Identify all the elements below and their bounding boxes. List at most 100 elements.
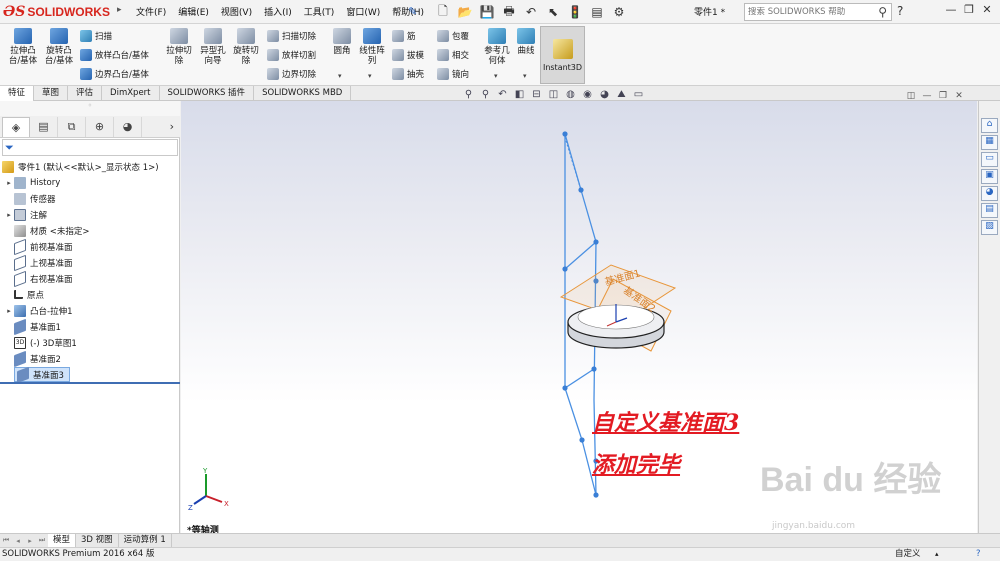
tree-item-front-plane[interactable]: 前视基准面: [4, 238, 73, 255]
expand-arrow-icon[interactable]: ▸: [4, 179, 14, 187]
fillet-dropdown-icon[interactable]: ▾: [338, 72, 342, 80]
quick-tips-icon[interactable]: ?: [976, 548, 981, 561]
menu-file[interactable]: 文件(F): [130, 5, 172, 18]
tab-dimxpert[interactable]: DimXpert: [102, 86, 160, 101]
curves-dropdown-icon[interactable]: ▾: [523, 72, 527, 80]
document-minimize-icon[interactable]: —: [919, 91, 935, 101]
tree-item-boss-extrude1[interactable]: ▸ 凸台-拉伸1: [4, 303, 72, 318]
tree-item-top-plane[interactable]: 上视基准面: [4, 254, 73, 271]
revolve-cut-button[interactable]: 旋转切 除: [231, 28, 261, 66]
last-tab-arrow-icon[interactable]: ⏭: [36, 536, 48, 545]
wrap-button[interactable]: 包覆: [437, 28, 469, 44]
search-icon[interactable]: ⚲: [878, 5, 887, 19]
dimxpert-manager-tab-icon[interactable]: ⊕: [86, 116, 114, 137]
tab-mbd[interactable]: SOLIDWORKS MBD: [254, 86, 352, 101]
help-question-icon[interactable]: ?: [897, 4, 903, 18]
menu-insert[interactable]: 插入(I): [258, 5, 298, 18]
options-gear-icon[interactable]: ⚙: [608, 3, 630, 21]
view-orientation-icon[interactable]: ◫: [545, 89, 562, 103]
document-restore-icon[interactable]: ❐: [935, 91, 951, 101]
hide-show-icon[interactable]: ◉: [579, 89, 596, 103]
menu-window[interactable]: 窗口(W): [340, 5, 386, 18]
view-palette-icon[interactable]: ▣: [981, 169, 998, 184]
tab-model[interactable]: 模型: [48, 534, 77, 547]
swept-cut-button[interactable]: 扫描切除: [267, 28, 316, 44]
file-explorer-icon[interactable]: ▭: [981, 152, 998, 167]
file-properties-icon[interactable]: ▤: [586, 3, 608, 21]
expand-arrow-icon[interactable]: ▸: [4, 307, 14, 315]
pin-icon[interactable]: ✎: [408, 5, 417, 18]
tree-item-plane2[interactable]: 基准面2: [4, 350, 61, 367]
tab-sketch[interactable]: 草图: [34, 86, 69, 101]
pattern-dropdown-icon[interactable]: ▾: [368, 72, 372, 80]
curves-button[interactable]: 曲线: [515, 28, 537, 56]
first-tab-arrow-icon[interactable]: ⏮: [0, 536, 12, 545]
document-expand-icon[interactable]: ◫: [903, 91, 919, 101]
edit-appearance-icon[interactable]: ◕: [596, 89, 613, 103]
design-library-icon[interactable]: ▦: [981, 135, 998, 150]
document-close-icon[interactable]: ✕: [951, 91, 967, 101]
tree-item-material[interactable]: 材质 <未指定>: [4, 223, 89, 238]
tree-root-part[interactable]: 零件1 (默认<<默认>_显示状态 1>): [2, 159, 159, 174]
draft-button[interactable]: 拔模: [392, 47, 424, 63]
lofted-cut-button[interactable]: 放样切割: [267, 47, 316, 63]
custom-properties-icon[interactable]: ▤: [981, 203, 998, 218]
extrude-cut-button[interactable]: 拉伸切 除: [164, 28, 194, 66]
tree-item-origin[interactable]: 原点: [4, 287, 44, 302]
tab-3d-views[interactable]: 3D 视图: [76, 534, 119, 547]
help-search-input[interactable]: [748, 7, 866, 17]
more-tabs-chevron-icon[interactable]: ›: [170, 120, 174, 133]
intersect-button[interactable]: 相交: [437, 47, 469, 63]
solidworks-logo[interactable]: ƏS SOLIDWORKS: [3, 3, 133, 21]
zoom-to-area-icon[interactable]: ⚲: [477, 89, 494, 103]
select-pointer-icon[interactable]: ⬉: [542, 3, 564, 21]
apply-scene-icon[interactable]: ⛰: [613, 89, 630, 103]
menu-view[interactable]: 视图(V): [215, 5, 258, 18]
sweep-button[interactable]: 扫描: [80, 28, 112, 44]
ref-geometry-dropdown-icon[interactable]: ▾: [494, 72, 498, 80]
display-manager-tab-icon[interactable]: ◕: [114, 116, 142, 137]
open-file-icon[interactable]: 📂: [454, 3, 476, 21]
rebuild-icon[interactable]: 🚦: [564, 3, 586, 21]
reference-geometry-button[interactable]: 参考几 何体: [482, 28, 512, 66]
new-document-icon[interactable]: 🗋: [432, 3, 454, 21]
print-icon[interactable]: 🖶: [498, 3, 520, 21]
property-manager-tab-icon[interactable]: ▤: [30, 116, 58, 137]
boundary-cut-button[interactable]: 边界切除: [267, 66, 316, 82]
unit-system-selector[interactable]: 自定义: [895, 548, 921, 561]
boundary-boss-button[interactable]: 边界凸台/基体: [80, 66, 149, 82]
undo-icon[interactable]: ↶: [520, 3, 542, 21]
panel-grip[interactable]: ◦: [0, 101, 180, 116]
tree-item-sensors[interactable]: 传感器: [4, 191, 56, 206]
tree-item-annotations[interactable]: ▸ 注解: [4, 207, 47, 222]
zoom-to-fit-icon[interactable]: ⚲: [460, 89, 477, 103]
tree-item-history[interactable]: ▸ History: [4, 175, 60, 190]
linear-pattern-button[interactable]: 线性阵 列: [357, 28, 387, 66]
menu-tools[interactable]: 工具(T): [298, 5, 341, 18]
feature-manager-tab-icon[interactable]: ◈: [2, 116, 30, 137]
tab-evaluate[interactable]: 评估: [68, 86, 103, 101]
appearances-icon[interactable]: ◕: [981, 186, 998, 201]
filter-funnel-icon[interactable]: ⏷: [5, 141, 14, 155]
tree-filter[interactable]: ⏷: [2, 139, 178, 156]
menu-expand-icon[interactable]: ▸: [117, 5, 125, 19]
tab-addins[interactable]: SOLIDWORKS 插件: [160, 86, 255, 101]
close-icon[interactable]: ✕: [978, 3, 996, 16]
minimize-icon[interactable]: —: [942, 3, 960, 16]
restore-icon[interactable]: ❐: [960, 3, 978, 16]
mirror-button[interactable]: 镜向: [437, 66, 469, 82]
section-view-icon[interactable]: ◧: [511, 89, 528, 103]
tree-item-right-plane[interactable]: 右视基准面: [4, 270, 73, 287]
help-search-box[interactable]: ⚲: [744, 3, 892, 21]
next-tab-arrow-icon[interactable]: ▸: [24, 537, 36, 545]
tree-item-plane1[interactable]: 基准面1: [4, 318, 61, 335]
tree-item-plane3[interactable]: 基准面3: [14, 366, 70, 383]
configuration-manager-tab-icon[interactable]: ⧉: [58, 116, 86, 137]
rib-button[interactable]: 筋: [392, 28, 416, 44]
instant3d-button[interactable]: Instant3D: [540, 26, 585, 84]
shell-button[interactable]: 抽壳: [392, 66, 424, 82]
forum-icon[interactable]: ▨: [981, 220, 998, 235]
loft-boss-button[interactable]: 放样凸台/基体: [80, 47, 149, 63]
prev-tab-arrow-icon[interactable]: ◂: [12, 537, 24, 545]
units-dropdown-icon[interactable]: ▴: [935, 548, 939, 561]
